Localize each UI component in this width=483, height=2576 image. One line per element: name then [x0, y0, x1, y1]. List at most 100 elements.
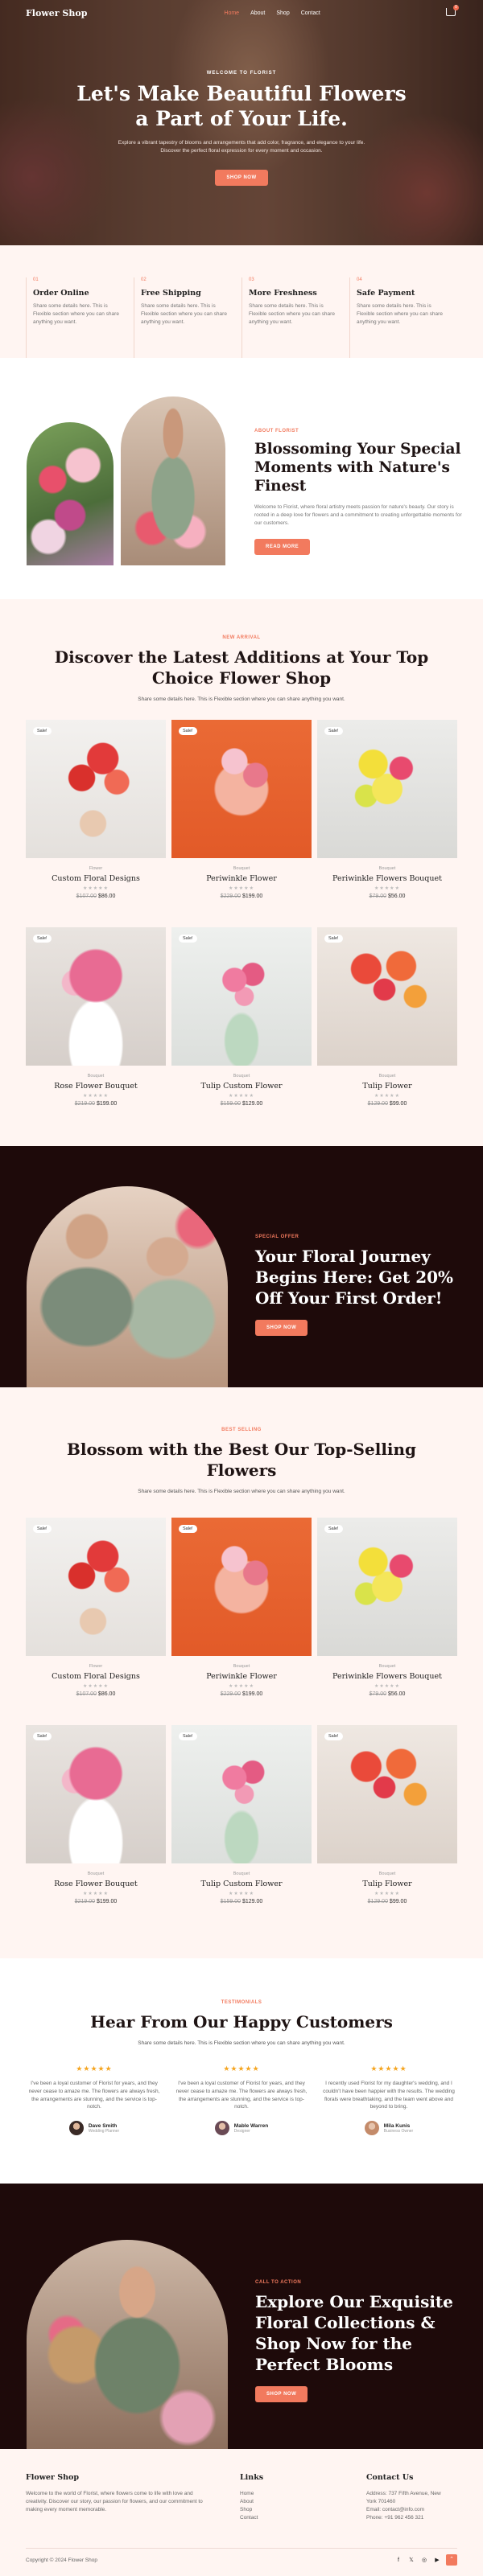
nav-link-shop[interactable]: Shop [276, 10, 289, 16]
product-category: Flower [89, 866, 103, 871]
rating-stars: ★★★★★ [370, 2064, 407, 2073]
feature-safe-payment: 04 Safe Payment Share some details here.… [349, 277, 449, 358]
product-card[interactable]: Sale! Flower Custom Floral Designs ★★★★★ $10… [26, 1518, 166, 1725]
rating-stars: ★★★★★ [83, 1684, 109, 1689]
best-selling-grid: Sale! Flower Custom Floral Designs ★★★★★ $10… [26, 1518, 457, 1933]
special-offer-section: SPECIAL OFFER Your Floral Journey Begins… [0, 1146, 483, 1387]
product-card[interactable]: Sale! Bouquet Rose Flower Bouquet ★★★★★ $219… [26, 1725, 166, 1933]
instagram-icon[interactable]: ◎ [420, 2557, 428, 2563]
product-image[interactable]: Sale! [171, 1518, 312, 1656]
testimonial-card: ★★★★★ I've been a loyal customer of Flor… [173, 2064, 310, 2135]
product-image[interactable]: Sale! [26, 1725, 166, 1863]
product-card[interactable]: Sale! Bouquet Tulip Custom Flower ★★★★★ $159… [171, 927, 312, 1135]
product-card[interactable]: Sale! Flower Custom Floral Designs ★★★★★ $10… [26, 720, 166, 927]
new-arrival-grid: Sale! Flower Custom Floral Designs ★★★★★ $10… [26, 720, 457, 1135]
product-name[interactable]: Periwinkle Flowers Bouquet [317, 874, 457, 883]
sale-badge: Sale! [33, 1732, 52, 1740]
product-card[interactable]: Sale! Bouquet Periwinkle Flower ★★★★★ $229.0… [171, 720, 312, 927]
product-price: $79.00 $56.00 [369, 1691, 406, 1697]
product-card[interactable]: Sale! Bouquet Tulip Flower ★★★★★ $129.00 $99… [317, 927, 457, 1135]
read-more-button[interactable]: READ MORE [254, 538, 311, 555]
footer-phone[interactable]: Phone: +91 962 456 321 [366, 2514, 459, 2522]
product-image[interactable]: Sale! [26, 720, 166, 858]
footer-link-home[interactable]: Home [240, 2490, 263, 2498]
product-name[interactable]: Tulip Flower [317, 1880, 457, 1888]
about-image-flowers [27, 422, 114, 565]
product-category: Bouquet [378, 866, 396, 871]
sale-badge: Sale! [179, 1525, 197, 1533]
product-name[interactable]: Periwinkle Flower [171, 874, 312, 883]
product-image[interactable]: Sale! [26, 1518, 166, 1656]
footer-link-contact[interactable]: Contact [240, 2514, 263, 2522]
product-card[interactable]: Sale! Bouquet Periwinkle Flowers Bouquet ★★… [317, 1518, 457, 1725]
product-name[interactable]: Tulip Custom Flower [171, 1082, 312, 1091]
product-name[interactable]: Rose Flower Bouquet [26, 1082, 166, 1091]
product-category: Bouquet [378, 1871, 396, 1876]
product-card[interactable]: Sale! Bouquet Periwinkle Flower ★★★★★ $229.0… [171, 1518, 312, 1725]
product-name[interactable]: Periwinkle Flowers Bouquet [317, 1672, 457, 1681]
best-selling-section: BEST SELLING Blossom with the Best Our T… [0, 1387, 483, 1958]
product-name[interactable]: Tulip Custom Flower [171, 1880, 312, 1888]
footer-link-about[interactable]: About [240, 2498, 263, 2506]
cta-image [27, 2240, 228, 2449]
cta-shop-now-button[interactable]: SHOP NOW [255, 2386, 308, 2402]
new-arrival-title: Discover the Latest Additions at Your To… [54, 647, 429, 688]
product-price: $229.00 $199.00 [220, 1691, 263, 1697]
nav-link-home[interactable]: Home [224, 10, 239, 16]
avatar [68, 2121, 84, 2135]
sale-badge: Sale! [324, 1525, 343, 1533]
youtube-icon[interactable]: ▶ [433, 2557, 441, 2563]
twitter-icon[interactable]: 𝕏 [407, 2557, 415, 2563]
site-logo[interactable]: Flower Shop [26, 8, 87, 18]
product-price: $159.00 $129.00 [220, 1899, 263, 1904]
offer-title: Your Floral Journey Begins Here: Get 20%… [255, 1247, 454, 1308]
product-category: Flower [89, 1664, 103, 1669]
scroll-to-top-icon[interactable]: ⌃ [446, 2554, 457, 2566]
product-price: $159.00 $129.00 [220, 1101, 263, 1107]
product-card[interactable]: Sale! Bouquet Periwinkle Flowers Bouquet ★★… [317, 720, 457, 927]
product-name[interactable]: Periwinkle Flower [171, 1672, 312, 1681]
product-card[interactable]: Sale! Bouquet Rose Flower Bouquet ★★★★★ $219… [26, 927, 166, 1135]
nav-link-contact[interactable]: Contact [301, 10, 320, 16]
product-image[interactable]: Sale! [317, 1518, 457, 1656]
footer: Flower Shop Welcome to the world of Flor… [0, 2449, 483, 2576]
product-image[interactable]: Sale! [317, 720, 457, 858]
footer-address: Address: 737 Fifth Avenue, New York 70146… [366, 2491, 441, 2505]
product-image[interactable]: Sale! [171, 1725, 312, 1863]
rating-stars: ★★★★★ [76, 2064, 113, 2073]
product-image[interactable]: Sale! [317, 1725, 457, 1863]
hero-section: Flower Shop Home About Shop Contact 0 WE… [0, 0, 483, 245]
offer-image [27, 1186, 228, 1387]
facebook-icon[interactable]: f [394, 2558, 402, 2563]
sale-badge: Sale! [324, 1732, 343, 1740]
about-title: Blossoming Your Special Moments with Nat… [254, 441, 461, 495]
product-price: $79.00 $56.00 [369, 894, 406, 899]
offer-shop-now-button[interactable]: SHOP NOW [255, 1320, 308, 1336]
product-card[interactable]: Sale! Bouquet Tulip Flower ★★★★★ $129.00 $99… [317, 1725, 457, 1933]
hero-shop-now-button[interactable]: SHOP NOW [215, 169, 268, 186]
footer-email[interactable]: Email: contact@info.com [366, 2506, 459, 2514]
product-price: $219.00 $199.00 [74, 1899, 118, 1904]
features-section: 01 Order Online Share some details here.… [0, 245, 483, 358]
product-name[interactable]: Custom Floral Designs [26, 1672, 166, 1681]
feature-more-freshness: 03 More Freshness Share some details her… [242, 277, 341, 358]
product-category: Bouquet [87, 1871, 105, 1876]
about-text: Welcome to Florist, where floral artistr… [254, 504, 462, 526]
product-price: $129.00 $99.00 [367, 1899, 407, 1904]
footer-contact-title: Contact Us [366, 2473, 414, 2482]
product-category: Bouquet [378, 1664, 396, 1669]
navbar: Flower Shop Home About Shop Contact [0, 0, 483, 26]
nav-link-about[interactable]: About [250, 10, 265, 16]
footer-link-shop[interactable]: Shop [240, 2506, 263, 2514]
product-category: Bouquet [233, 1074, 250, 1078]
product-image[interactable]: Sale! [26, 927, 166, 1066]
product-name[interactable]: Custom Floral Designs [26, 874, 166, 883]
product-name[interactable]: Tulip Flower [317, 1082, 457, 1091]
product-image[interactable]: Sale! [171, 927, 312, 1066]
product-name[interactable]: Rose Flower Bouquet [26, 1880, 166, 1888]
call-to-action-section: CALL TO ACTION Explore Our Exquisite Flo… [0, 2184, 483, 2449]
product-image[interactable]: Sale! [317, 927, 457, 1066]
product-category: Bouquet [378, 1074, 396, 1078]
product-image[interactable]: Sale! [171, 720, 312, 858]
product-card[interactable]: Sale! Bouquet Tulip Custom Flower ★★★★★ $159… [171, 1725, 312, 1933]
